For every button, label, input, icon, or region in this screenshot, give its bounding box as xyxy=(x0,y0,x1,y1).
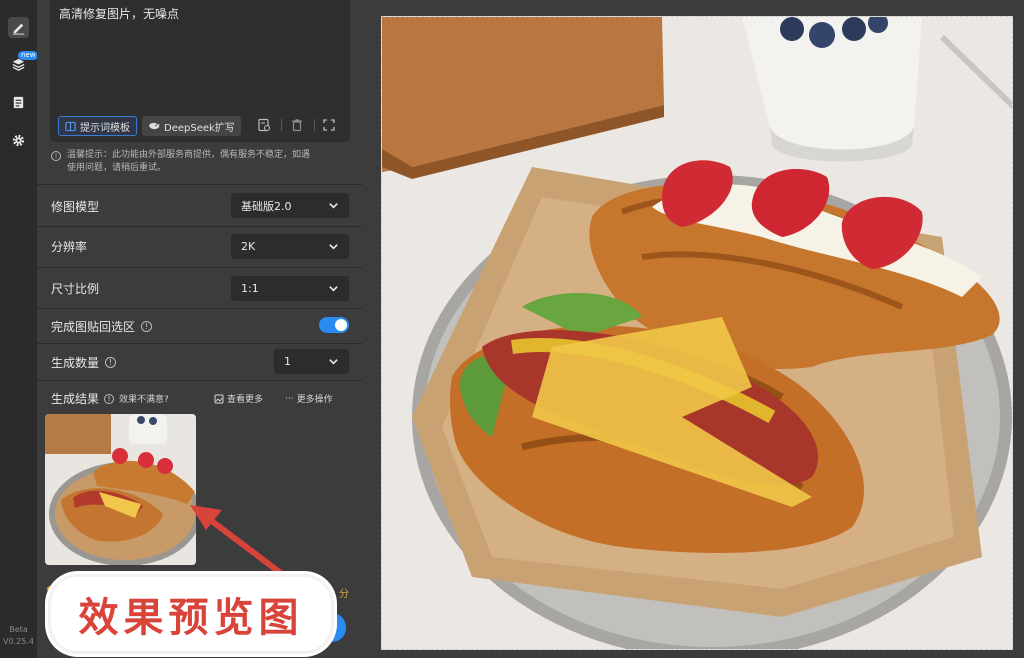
service-tip: ! 温馨提示：此功能由外部服务商提供，偶有服务不稳定，如遇 使用问题，请稍后重试。 xyxy=(51,149,351,175)
side-panel: 高清修复图片，无噪点 提示词模板 DeepSeek扩写 ! 温馨提示：此功能由外… xyxy=(37,0,362,658)
info-icon[interactable]: ! xyxy=(104,393,115,404)
chevron-down-icon xyxy=(329,286,338,292)
divider xyxy=(37,226,362,227)
fullscreen-icon xyxy=(323,119,335,131)
result-header: 生成结果 ! 效果不满意? xyxy=(51,390,169,407)
chevron-down-icon xyxy=(329,203,338,209)
ratio-label: 尺寸比例 xyxy=(51,282,100,296)
divider xyxy=(37,308,362,309)
canvas-image xyxy=(382,17,1012,649)
settings-tool[interactable] xyxy=(8,130,29,151)
toggle-knob xyxy=(335,319,347,331)
model-select[interactable]: 基础版2.0 xyxy=(231,193,349,218)
unsatisfied-link[interactable]: 效果不满意? xyxy=(119,392,169,405)
divider xyxy=(314,119,315,131)
deepseek-expand-label: DeepSeek扩写 xyxy=(164,122,235,134)
count-label: 生成数量 xyxy=(51,356,100,370)
result-thumbnail[interactable] xyxy=(45,414,196,565)
divider xyxy=(37,184,362,185)
new-badge: new xyxy=(18,51,39,60)
image-list-icon xyxy=(214,394,224,403)
prompt-template-label: 提示词模板 xyxy=(80,122,130,134)
divider xyxy=(281,119,282,131)
tip-line-2: 使用问题，请稍后重试。 xyxy=(67,163,167,173)
info-icon[interactable]: ! xyxy=(141,321,153,332)
ellipsis-icon: ··· xyxy=(285,393,294,404)
partial-label: 分 xyxy=(339,589,349,600)
chevron-down-icon xyxy=(329,359,338,365)
view-more-label: 查看更多 xyxy=(227,395,264,405)
model-label: 修图模型 xyxy=(51,200,100,214)
ratio-value: 1:1 xyxy=(241,282,259,295)
prompt-input[interactable]: 高清修复图片，无噪点 提示词模板 DeepSeek扩写 xyxy=(50,0,350,142)
history-doc-icon xyxy=(258,118,271,132)
beta-label: Beta xyxy=(9,625,28,634)
resolution-label: 分辨率 xyxy=(51,240,88,254)
result-label: 生成结果 xyxy=(51,392,100,406)
count-row: 生成数量 ! xyxy=(51,354,117,371)
divider xyxy=(37,267,362,268)
deepseek-expand-button[interactable]: DeepSeek扩写 xyxy=(142,116,241,136)
canvas-area xyxy=(362,0,1024,658)
paste-back-label: 完成图贴回选区 xyxy=(51,320,136,334)
divider xyxy=(37,343,362,344)
pencil-icon xyxy=(12,23,25,35)
clear-prompt-button[interactable] xyxy=(289,117,305,133)
tool-strip: new Beta V0.25.4 xyxy=(0,0,39,658)
version-label: V0.25.4 xyxy=(3,637,34,646)
paste-back-row: 完成图贴回选区 ! xyxy=(51,318,153,335)
resolution-select[interactable]: 2K xyxy=(231,234,349,259)
whale-icon xyxy=(149,122,160,130)
edit-tool[interactable] xyxy=(8,17,29,38)
prompt-template-button[interactable]: 提示词模板 xyxy=(58,116,137,136)
canvas-selection[interactable] xyxy=(381,16,1013,650)
ratio-select[interactable]: 1:1 xyxy=(231,276,349,301)
more-actions-link[interactable]: ··· 更多操作 xyxy=(285,392,333,406)
count-value: 1 xyxy=(284,355,291,368)
history-tool[interactable] xyxy=(8,92,29,113)
preview-callout: 效果预览图 xyxy=(48,574,334,654)
info-icon[interactable]: ! xyxy=(105,357,117,368)
prompt-text[interactable]: 高清修复图片，无噪点 xyxy=(59,5,179,22)
count-select[interactable]: 1 xyxy=(274,349,349,374)
tip-line-1: 温馨提示：此功能由外部服务商提供，偶有服务不稳定，如遇 xyxy=(67,150,311,160)
book-icon xyxy=(65,121,76,131)
callout-text: 效果预览图 xyxy=(78,594,304,641)
app-root: new Beta V0.25.4 高清修复图片，无噪点 提示词模板 DeepSe… xyxy=(0,0,1024,658)
document-icon xyxy=(13,96,24,109)
expand-prompt-button[interactable] xyxy=(321,117,337,133)
gear-icon xyxy=(12,134,25,147)
trash-icon xyxy=(292,119,302,132)
model-value: 基础版2.0 xyxy=(241,199,292,213)
chevron-down-icon xyxy=(329,244,338,250)
prompt-history-button[interactable] xyxy=(256,117,272,133)
more-actions-label: 更多操作 xyxy=(296,395,333,405)
resolution-value: 2K xyxy=(241,240,256,253)
paste-back-toggle[interactable] xyxy=(319,317,349,333)
info-icon: ! xyxy=(51,151,61,161)
divider xyxy=(37,380,362,381)
view-more-link[interactable]: 查看更多 xyxy=(214,392,263,405)
result-image xyxy=(45,414,196,565)
